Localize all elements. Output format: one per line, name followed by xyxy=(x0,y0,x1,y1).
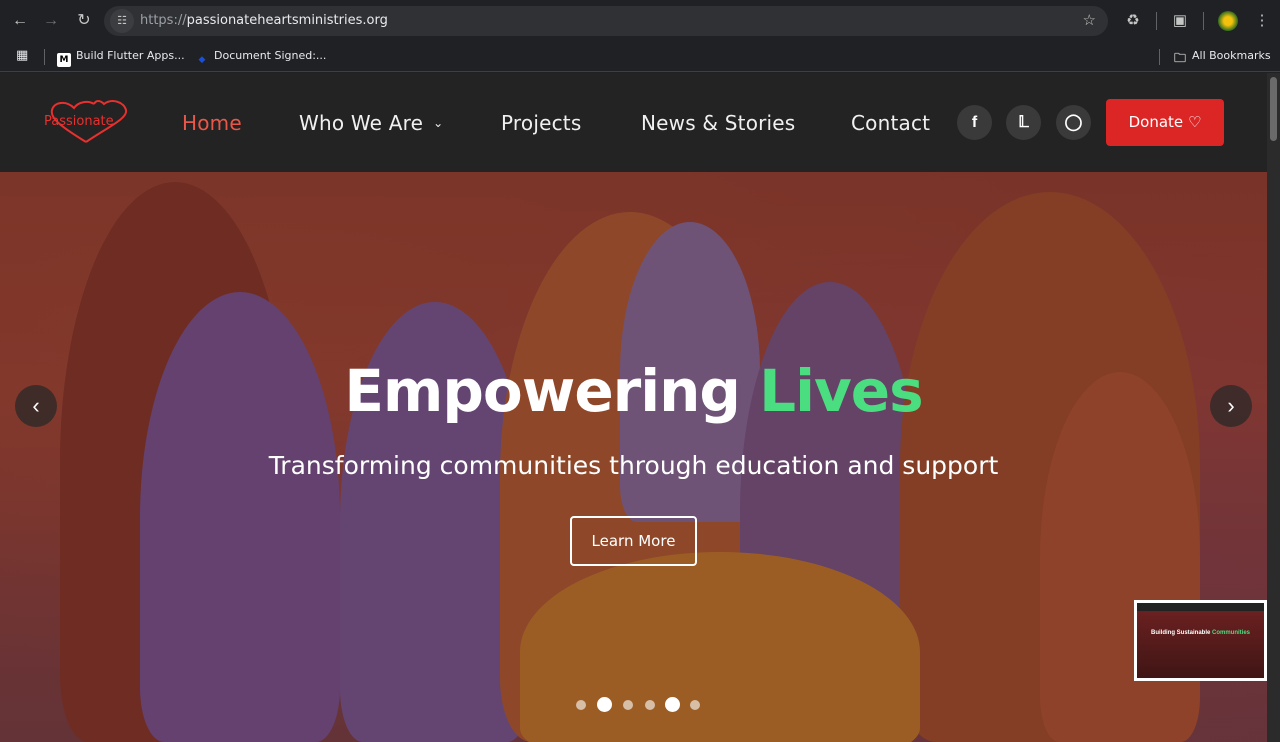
hero-title: Empowering Lives xyxy=(0,357,1267,425)
url-text[interactable]: https://passionateheartsministries.org xyxy=(140,13,388,28)
nav-projects[interactable]: Projects xyxy=(501,111,581,135)
donate-label: Donate xyxy=(1128,113,1184,131)
forward-icon[interactable]: → xyxy=(39,9,63,33)
browser-toolbar: ← → ↻ ☷ https://passionateheartsministri… xyxy=(0,0,1280,42)
carousel-dot[interactable] xyxy=(690,700,700,710)
hero-title-main: Empowering xyxy=(344,357,741,425)
web-page: Passionate Home Who We Are ⌄ Projects New… xyxy=(0,73,1267,742)
bookmark-item[interactable]: ◆ Document Signed:... xyxy=(195,49,327,67)
apps-grid-icon[interactable]: ▦ xyxy=(16,48,28,63)
nav-who-we-are-label: Who We Are xyxy=(299,111,424,135)
menu-kebab-icon[interactable]: ⋮ xyxy=(1250,9,1274,33)
learn-more-button[interactable]: Learn More xyxy=(570,516,697,566)
reload-icon[interactable]: ↻ xyxy=(72,9,96,33)
bookmarks-bar: ▦ M Build Flutter Apps... ◆ Document Signe… xyxy=(0,42,1280,72)
carousel-next-icon[interactable]: › xyxy=(1210,385,1252,427)
all-bookmarks[interactable]: 🗀 All Bookmarks xyxy=(1173,49,1271,65)
scrollbar-thumb[interactable] xyxy=(1270,77,1277,141)
thumbnail-hero xyxy=(1137,611,1264,678)
bookmark-item[interactable]: M Build Flutter Apps... xyxy=(57,49,185,67)
media-icon[interactable]: ▣ xyxy=(1168,9,1192,33)
heart-icon: ♡ xyxy=(1187,113,1202,131)
donate-button[interactable]: Donate ♡ xyxy=(1106,99,1224,146)
logo-text: Passionate xyxy=(44,114,114,129)
back-icon[interactable]: ← xyxy=(8,9,32,33)
thumbnail-nav xyxy=(1137,603,1264,611)
thumbnail-title-main: Building Sustainable xyxy=(1150,630,1211,636)
twitter-icon[interactable]: 𝕃 xyxy=(1006,105,1041,140)
page-scrollbar[interactable] xyxy=(1267,73,1280,742)
docusign-icon: ◆ xyxy=(198,55,206,65)
carousel-prev-icon[interactable]: ‹ xyxy=(15,385,57,427)
extensions-icon[interactable]: ♻ xyxy=(1121,9,1145,33)
carousel-dot[interactable] xyxy=(645,700,655,710)
hero-subtitle: Transforming communities through educati… xyxy=(268,451,999,480)
instagram-icon[interactable]: ◯ xyxy=(1056,105,1091,140)
carousel-dot[interactable] xyxy=(597,697,612,712)
address-bar[interactable]: ☷ https://passionateheartsministries.org… xyxy=(104,6,1108,36)
hero-carousel: Empowering Lives Transforming communitie… xyxy=(0,172,1267,742)
nav-contact[interactable]: Contact xyxy=(851,111,930,135)
medium-icon: M xyxy=(57,53,71,67)
nav-news-stories[interactable]: News & Stories xyxy=(641,111,795,135)
site-header: Passionate Home Who We Are ⌄ Projects New… xyxy=(0,73,1267,172)
nav-home[interactable]: Home xyxy=(182,111,242,135)
site-logo[interactable]: Passionate xyxy=(40,98,132,146)
hero-title-accent: Lives xyxy=(759,357,924,425)
site-info-icon[interactable]: ☷ xyxy=(110,9,134,33)
profile-avatar[interactable] xyxy=(1218,11,1238,31)
folder-icon: 🗀 xyxy=(1173,51,1186,65)
nav-who-we-are[interactable]: Who We Are ⌄ xyxy=(299,111,443,135)
bookmark-star-icon[interactable]: ☆ xyxy=(1083,11,1096,29)
carousel-dot[interactable] xyxy=(623,700,633,710)
thumbnail-title: Building Sustainable Communities xyxy=(1137,630,1264,636)
carousel-dot-active[interactable] xyxy=(665,697,680,712)
thumbnail-title-accent: Communities xyxy=(1212,630,1251,636)
chevron-down-icon: ⌄ xyxy=(433,116,444,130)
screenshot-preview-thumbnail[interactable]: Building Sustainable Communities xyxy=(1134,600,1267,681)
carousel-dot[interactable] xyxy=(576,700,586,710)
facebook-icon[interactable]: f xyxy=(957,105,992,140)
